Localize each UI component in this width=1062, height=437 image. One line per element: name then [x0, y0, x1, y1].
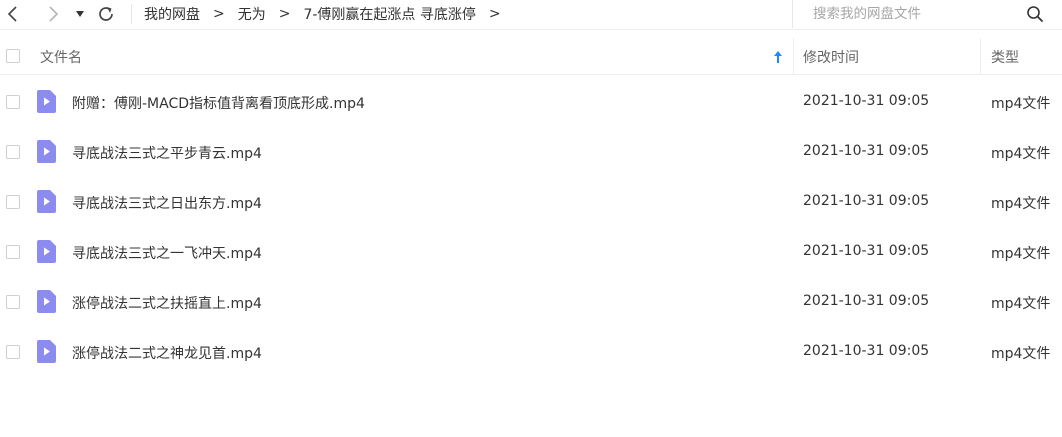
search-icon[interactable]: [1026, 5, 1044, 23]
file-row[interactable]: 寻底战法三式之日出东方.mp4 2021-10-31 09:05 mp4文件: [0, 177, 1062, 227]
video-file-icon: [37, 90, 56, 113]
file-type: mp4文件: [991, 146, 1051, 162]
file-row[interactable]: 寻底战法三式之平步青云.mp4 2021-10-31 09:05 mp4文件: [0, 127, 1062, 177]
breadcrumb-item-root[interactable]: 我的网盘: [144, 4, 200, 24]
file-type: mp4文件: [991, 246, 1051, 262]
column-header-modified[interactable]: 修改时间: [803, 38, 859, 75]
file-row[interactable]: 寻底战法三式之一飞冲天.mp4 2021-10-31 09:05 mp4文件: [0, 227, 1062, 277]
column-divider: [980, 38, 981, 75]
file-name[interactable]: 涨停战法二式之扶摇直上.mp4: [72, 293, 262, 313]
file-type: mp4文件: [991, 296, 1051, 312]
file-name[interactable]: 附赠：傅刚-MACD指标值背离看顶底形成.mp4: [72, 93, 365, 113]
file-row[interactable]: 附赠：傅刚-MACD指标值背离看顶底形成.mp4 2021-10-31 09:0…: [0, 77, 1062, 127]
file-modified: 2021-10-31 09:05: [803, 343, 930, 359]
refresh-icon[interactable]: [95, 3, 117, 25]
file-modified: 2021-10-31 09:05: [803, 193, 930, 209]
file-type: mp4文件: [991, 346, 1051, 362]
row-checkbox[interactable]: [6, 345, 20, 359]
forward-icon[interactable]: [42, 3, 64, 25]
breadcrumb-separator[interactable]: >: [489, 6, 501, 22]
breadcrumb-item-current[interactable]: 7-傅刚赢在起涨点 寻底涨停: [303, 4, 475, 24]
breadcrumb-separator: >: [213, 6, 225, 22]
file-modified: 2021-10-31 09:05: [803, 243, 930, 259]
column-header-type[interactable]: 类型: [991, 38, 1019, 75]
row-checkbox[interactable]: [6, 195, 20, 209]
row-checkbox[interactable]: [6, 95, 20, 109]
video-file-icon: [37, 340, 56, 363]
video-file-icon: [37, 190, 56, 213]
toolbar-divider: [131, 4, 132, 24]
table-header: 文件名 修改时间 类型: [0, 38, 1062, 75]
video-file-icon: [37, 140, 56, 163]
row-checkbox[interactable]: [6, 295, 20, 309]
breadcrumb-separator: >: [278, 6, 291, 22]
file-name[interactable]: 寻底战法三式之平步青云.mp4: [72, 143, 262, 163]
breadcrumb: 我的网盘 > 无为 > 7-傅刚赢在起涨点 寻底涨停 >: [144, 0, 514, 28]
file-name[interactable]: 寻底战法三式之日出东方.mp4: [72, 193, 262, 213]
file-name[interactable]: 涨停战法二式之神龙见首.mp4: [72, 343, 262, 363]
dropdown-icon[interactable]: [70, 3, 90, 25]
column-header-name[interactable]: 文件名: [40, 38, 82, 75]
row-checkbox[interactable]: [6, 145, 20, 159]
search-box: [792, 0, 1062, 28]
video-file-icon: [37, 240, 56, 263]
file-modified: 2021-10-31 09:05: [803, 293, 930, 309]
file-type: mp4文件: [991, 196, 1051, 212]
back-icon[interactable]: [2, 3, 24, 25]
search-input[interactable]: [793, 0, 1023, 28]
column-divider: [793, 38, 794, 75]
file-row[interactable]: 涨停战法二式之扶摇直上.mp4 2021-10-31 09:05 mp4文件: [0, 277, 1062, 327]
file-name[interactable]: 寻底战法三式之一飞冲天.mp4: [72, 243, 262, 263]
navigation-bar: 我的网盘 > 无为 > 7-傅刚赢在起涨点 寻底涨停 >: [0, 0, 1062, 30]
file-modified: 2021-10-31 09:05: [803, 143, 930, 159]
sort-ascending-icon[interactable]: [773, 50, 783, 64]
file-modified: 2021-10-31 09:05: [803, 93, 930, 109]
row-checkbox[interactable]: [6, 245, 20, 259]
select-all-checkbox[interactable]: [6, 49, 20, 63]
video-file-icon: [37, 290, 56, 313]
file-row[interactable]: 涨停战法二式之神龙见首.mp4 2021-10-31 09:05 mp4文件: [0, 327, 1062, 377]
file-type: mp4文件: [991, 96, 1051, 112]
breadcrumb-item-folder[interactable]: 无为: [238, 4, 266, 24]
